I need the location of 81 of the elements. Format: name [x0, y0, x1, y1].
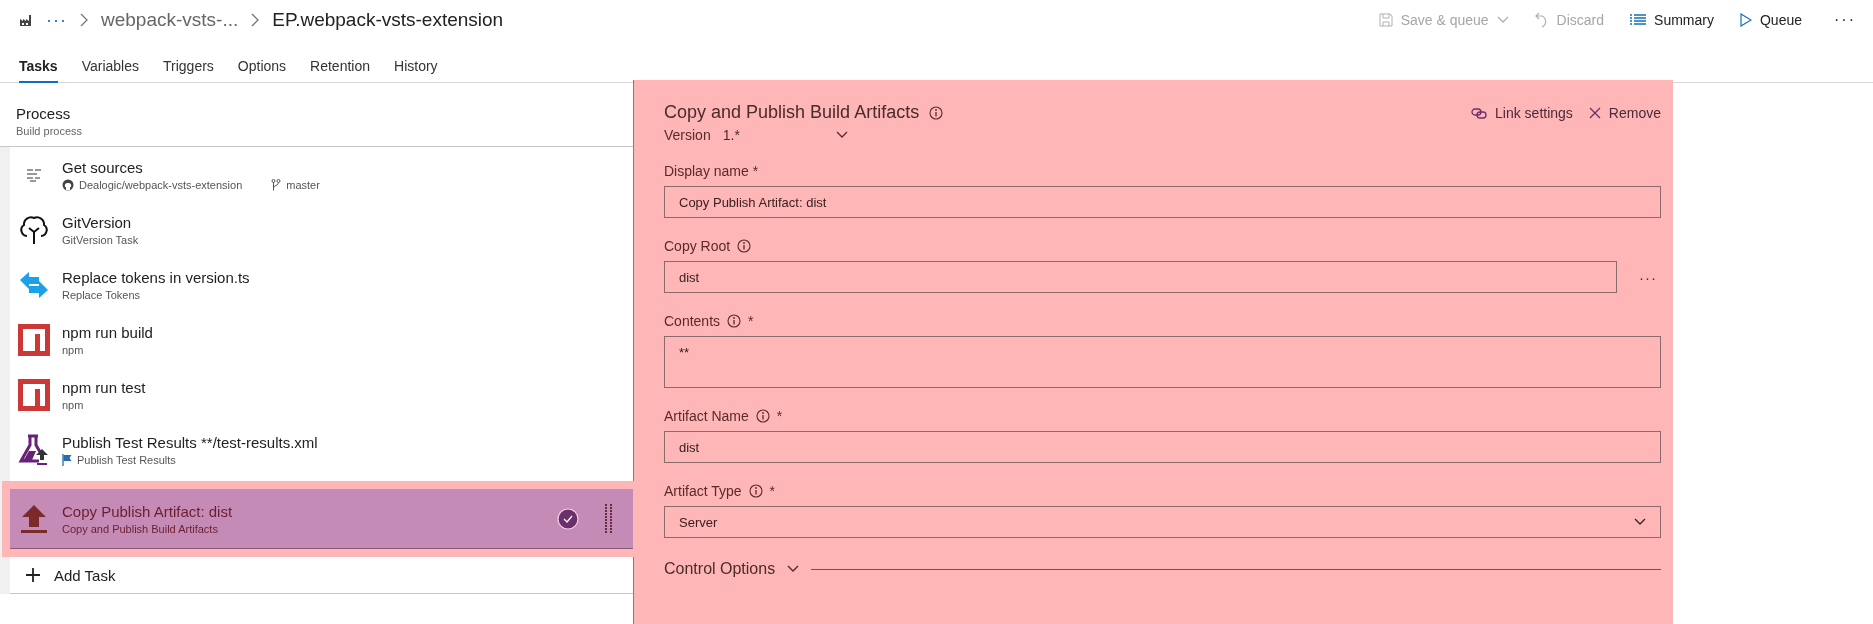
chevron-down-icon — [1634, 518, 1646, 526]
play-icon — [1739, 13, 1752, 27]
task-subtitle: Replace Tokens — [62, 288, 141, 301]
github-icon — [62, 178, 74, 191]
more-options-button[interactable]: ··· — [1834, 9, 1856, 31]
required-mark: * — [776, 408, 783, 424]
npm-icon — [18, 378, 50, 411]
breadcrumb-more-button[interactable]: ··· — [46, 9, 67, 31]
chevron-right-icon — [250, 13, 261, 27]
drag-handle-icon — [605, 503, 613, 534]
field-label: Contents — [664, 313, 721, 329]
repository-name: Dealogic/webpack-vsts-extension — [79, 178, 243, 191]
queue-button[interactable]: Queue — [1739, 10, 1802, 30]
task-item[interactable]: npm run build npm — [10, 312, 633, 367]
npm-icon — [18, 323, 50, 356]
chevron-down-icon — [787, 565, 800, 573]
text-area[interactable]: ** — [664, 336, 1661, 388]
save-icon — [1378, 13, 1393, 27]
version-dropdown[interactable]: 1.* — [722, 127, 848, 143]
field-label: Artifact Name — [664, 408, 749, 424]
task-title: Get sources — [62, 158, 144, 176]
task-item[interactable]: npm run test npm — [10, 367, 633, 422]
close-icon — [1588, 106, 1601, 119]
branch-icon — [271, 178, 282, 191]
lines-icon — [26, 167, 42, 182]
section-subtitle: Build process — [16, 125, 84, 137]
info-icon — [929, 105, 944, 120]
task-title: Copy Publish Artifact: dist — [62, 502, 234, 520]
task-item[interactable]: Get sources Dealogic/webpack-vsts-extension master — [10, 147, 633, 202]
task-item[interactable]: Publish Test Results **/test-results.xml Publish Test Results — [10, 422, 633, 477]
undo-icon — [1534, 12, 1549, 28]
tab[interactable]: Retention — [310, 40, 370, 83]
browse-button[interactable]: ··· — [1635, 268, 1661, 286]
pipeline-title: EP.webpack-vsts-extension — [272, 9, 504, 31]
link-settings-button[interactable]: Link settings — [1471, 104, 1573, 121]
text-field[interactable]: dist — [664, 261, 1617, 293]
tab[interactable]: Triggers — [163, 40, 214, 83]
task-item[interactable]: GitVersion GitVersion Task — [10, 202, 633, 257]
breadcrumb-link[interactable]: webpack-vsts-... — [101, 9, 239, 31]
tab[interactable]: History — [394, 40, 438, 83]
chevron-right-icon — [79, 13, 89, 27]
link-icon — [1471, 106, 1488, 119]
field-label: Display name * — [664, 163, 759, 179]
task-subtitle: Publish Test Results — [77, 453, 176, 466]
flask-icon — [18, 433, 50, 466]
tab[interactable]: Options — [237, 40, 287, 83]
task-title: npm run build — [62, 323, 154, 341]
task-subtitle: npm — [62, 398, 84, 411]
tab[interactable]: Tasks — [19, 40, 58, 83]
dropdown-field[interactable]: Server — [664, 506, 1661, 538]
section-title: Process — [16, 105, 72, 122]
list-icon — [1630, 14, 1647, 26]
required-mark: * — [748, 313, 754, 329]
panel-title: Copy and Publish Build Artifacts — [664, 102, 920, 123]
task-subtitle: GitVersion Task — [62, 233, 139, 246]
chevron-down-icon — [835, 131, 848, 139]
chevron-down-icon — [1496, 16, 1509, 24]
task-subtitle: Copy and Publish Build Artifacts — [62, 522, 218, 535]
task-title: Publish Test Results **/test-results.xml — [62, 433, 319, 451]
upload-icon — [18, 502, 50, 535]
task-subtitle: npm — [62, 343, 84, 356]
version-label: Version — [664, 127, 711, 143]
add-task-button[interactable]: Add Task — [10, 557, 633, 593]
task-item[interactable]: Replace tokens in version.ts Replace Tokens — [10, 257, 633, 312]
branch-name: master — [286, 178, 320, 191]
summary-button[interactable]: Summary — [1630, 10, 1714, 30]
tree-icon — [18, 213, 50, 246]
task-title: GitVersion — [62, 213, 133, 231]
required-mark: * — [769, 483, 775, 499]
plus-icon — [26, 568, 40, 582]
remove-button[interactable]: Remove — [1588, 104, 1661, 121]
task-title: Replace tokens in version.ts — [62, 268, 251, 286]
text-field[interactable]: Copy Publish Artifact: dist — [664, 186, 1661, 218]
tab[interactable]: Variables — [81, 40, 139, 83]
build-icon — [18, 12, 34, 28]
field-label: Copy Root — [664, 238, 731, 254]
task-title: npm run test — [62, 378, 147, 396]
checkmark-circle-icon — [557, 507, 579, 530]
field-label: Artifact Type — [664, 483, 742, 499]
text-field[interactable]: dist — [664, 431, 1661, 463]
control-options-toggle[interactable]: Control Options — [664, 560, 800, 578]
